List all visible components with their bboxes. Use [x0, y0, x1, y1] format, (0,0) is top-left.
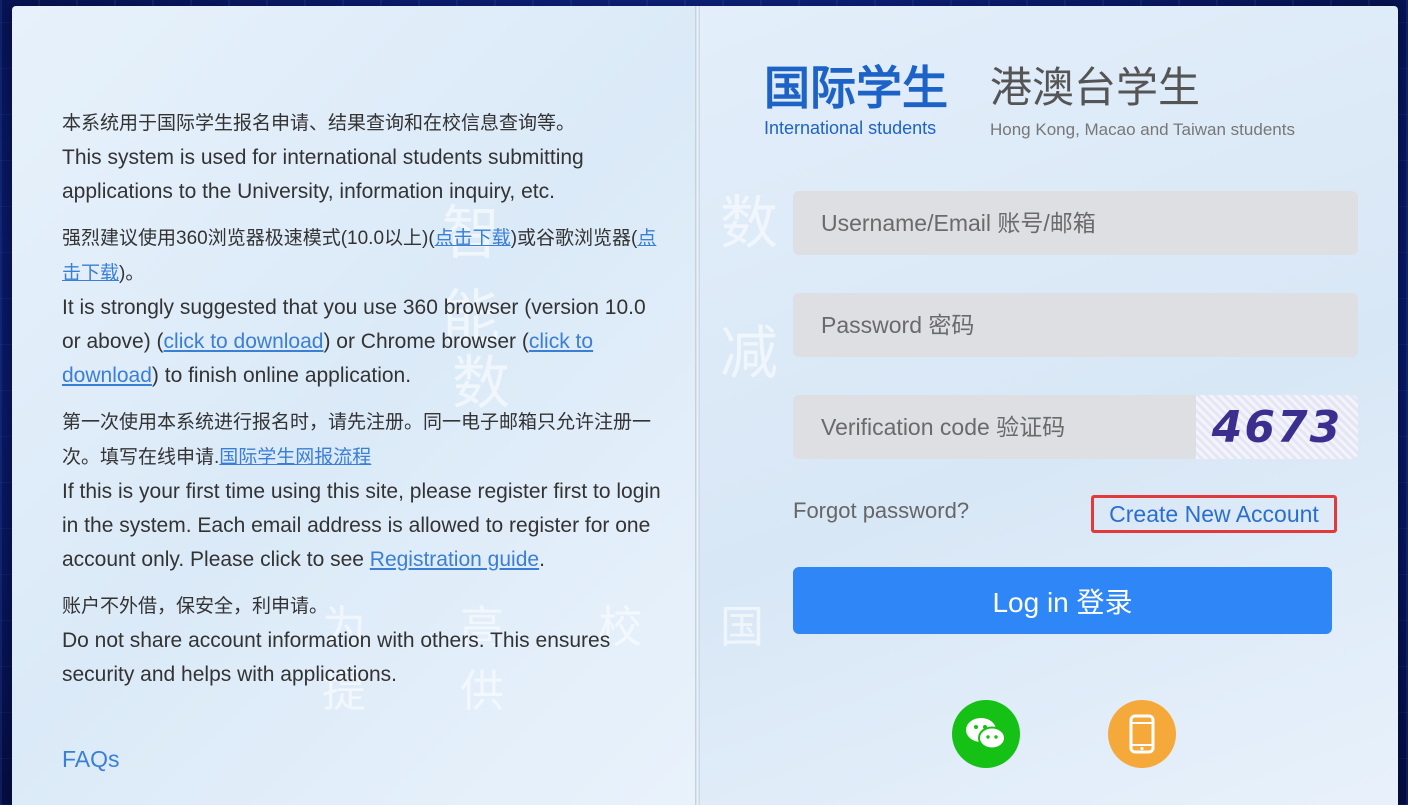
intro-paragraph: 本系统用于国际学生报名申请、结果查询和在校信息查询等。 This system …	[62, 113, 584, 203]
wechat-login-button[interactable]	[952, 700, 1020, 768]
download-360-link[interactable]: click to download	[164, 330, 324, 353]
login-button[interactable]: Log in 登录	[793, 567, 1332, 634]
captcha-image[interactable]: 4673	[1196, 395, 1358, 459]
login-panel: 数 减 国 国际学生 International students 港澳台学生 …	[700, 6, 1398, 805]
registration-guide-link[interactable]: Registration guide	[370, 548, 539, 571]
international-students-logo[interactable]: 国际学生 International students	[764, 62, 948, 139]
login-card: 智 能 数 为 高 校 提 供 本系统用于国际学生报名申请、结果查询和在校信息查…	[12, 6, 1398, 805]
forgot-password-link[interactable]: Forgot password?	[793, 498, 969, 524]
download-360-link-cn[interactable]: 点击下载	[435, 228, 511, 249]
password-input[interactable]	[793, 293, 1358, 357]
info-text: 本系统用于国际学生报名申请、结果查询和在校信息查询等。 This system …	[62, 106, 662, 704]
password-field	[793, 293, 1358, 357]
username-input[interactable]	[793, 191, 1358, 255]
verification-field: 4673	[793, 395, 1358, 459]
registration-process-link-cn[interactable]: 国际学生网报流程	[219, 447, 371, 468]
wechat-icon	[966, 718, 1006, 750]
mobile-phone-icon	[1129, 714, 1155, 754]
security-paragraph: 账户不外借，保安全，利申请。 Do not share account info…	[62, 596, 611, 686]
hmt-students-logo[interactable]: 港澳台学生 Hong Kong, Macao and Taiwan studen…	[990, 62, 1295, 140]
faq-link[interactable]: FAQs	[62, 746, 120, 773]
watermark: 国	[720, 602, 804, 653]
browser-paragraph: 强烈建议使用360浏览器极速模式(10.0以上)(点击下载)或谷歌浏览器(点击下…	[62, 228, 657, 387]
username-field	[793, 191, 1358, 255]
mobile-login-button[interactable]	[1108, 700, 1176, 768]
create-account-link[interactable]: Create New Account	[1091, 495, 1337, 533]
info-panel: 智 能 数 为 高 校 提 供 本系统用于国际学生报名申请、结果查询和在校信息查…	[12, 6, 695, 805]
register-paragraph: 第一次使用本系统进行报名时，请先注册。同一电子邮箱只允许注册一次。填写在线申请.…	[62, 412, 661, 571]
